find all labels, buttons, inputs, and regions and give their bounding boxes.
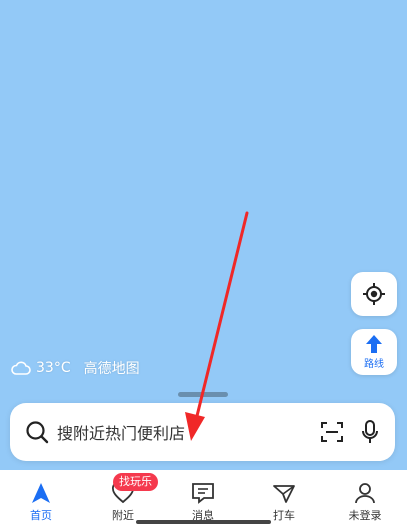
search-input[interactable]: 搜附近热门便利店 (57, 420, 321, 444)
home-indicator (136, 520, 271, 524)
tab-taxi-label: 打车 (273, 509, 295, 522)
weather-info: 33°C 高德地图 (11, 358, 140, 378)
route-label: 路线 (364, 359, 384, 370)
route-arrow-icon (366, 335, 382, 353)
user-icon (355, 483, 375, 504)
tab-home[interactable]: 首页 (11, 470, 71, 529)
cloud-icon (11, 361, 31, 375)
locate-icon (363, 283, 385, 305)
search-bar[interactable]: 搜附近热门便利店 (10, 403, 395, 461)
tab-profile[interactable]: 未登录 (335, 470, 395, 529)
search-icon (26, 421, 49, 444)
route-button[interactable]: 路线 (351, 329, 397, 375)
tab-nearby-label: 附近 (112, 509, 134, 522)
drag-handle[interactable] (178, 392, 228, 397)
map-provider-label: 高德地图 (83, 361, 140, 377)
navigation-arrow-icon (32, 483, 50, 503)
taxi-icon (273, 485, 295, 503)
map-view[interactable] (0, 0, 407, 470)
scan-icon[interactable] (321, 421, 343, 443)
locate-button[interactable] (351, 272, 397, 316)
tab-home-label: 首页 (30, 509, 52, 522)
message-icon (192, 483, 214, 504)
temperature: 33°C (36, 360, 71, 376)
tab-profile-label: 未登录 (348, 509, 382, 522)
microphone-icon[interactable] (361, 420, 379, 444)
nearby-badge: 找玩乐 (113, 473, 158, 491)
